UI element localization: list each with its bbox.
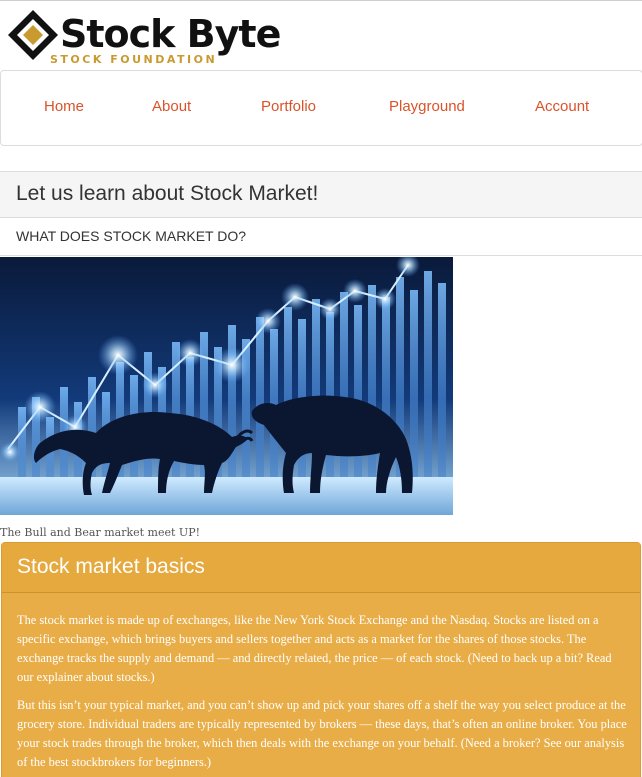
nav-account-link[interactable]: Account: [535, 98, 589, 115]
nav-about-link[interactable]: About: [152, 98, 191, 115]
bull-bear-hero-image: [0, 257, 453, 515]
main-navbar: Home About Portfolio Playground Account: [0, 70, 642, 146]
nav-playground-link[interactable]: Playground: [389, 98, 465, 115]
nav-portfolio-link[interactable]: Portfolio: [261, 98, 316, 115]
hero-caption: The Bull and Bear market meet UP!: [0, 526, 201, 539]
page-title: Let us learn about Stock Market!: [16, 182, 319, 205]
bull-bear-chart-icon: [0, 257, 453, 515]
page-title-bar: Let us learn about Stock Market!: [0, 171, 642, 218]
top-divider: [0, 0, 642, 1]
panel-body: The stock market is made up of exchanges…: [17, 611, 629, 777]
site-logo[interactable]: Stock Byte STOCK FOUNDATION: [4, 4, 281, 68]
nav-home-link[interactable]: Home: [44, 98, 84, 115]
panel-paragraph: But this isn’t your typical market, and …: [17, 698, 627, 769]
panel-title: Stock market basics: [17, 555, 205, 578]
panel-paragraph: The stock market is made up of exchanges…: [17, 613, 612, 684]
panel-header: Stock market basics: [2, 543, 640, 593]
section-subtitle-bar: WHAT DOES STOCK MARKET DO?: [0, 218, 642, 256]
stock-basics-panel: Stock market basics The stock market is …: [1, 542, 641, 777]
brand-tagline: STOCK FOUNDATION: [50, 53, 218, 66]
section-subtitle: WHAT DOES STOCK MARKET DO?: [16, 228, 247, 244]
brand-name: Stock Byte: [60, 12, 281, 56]
